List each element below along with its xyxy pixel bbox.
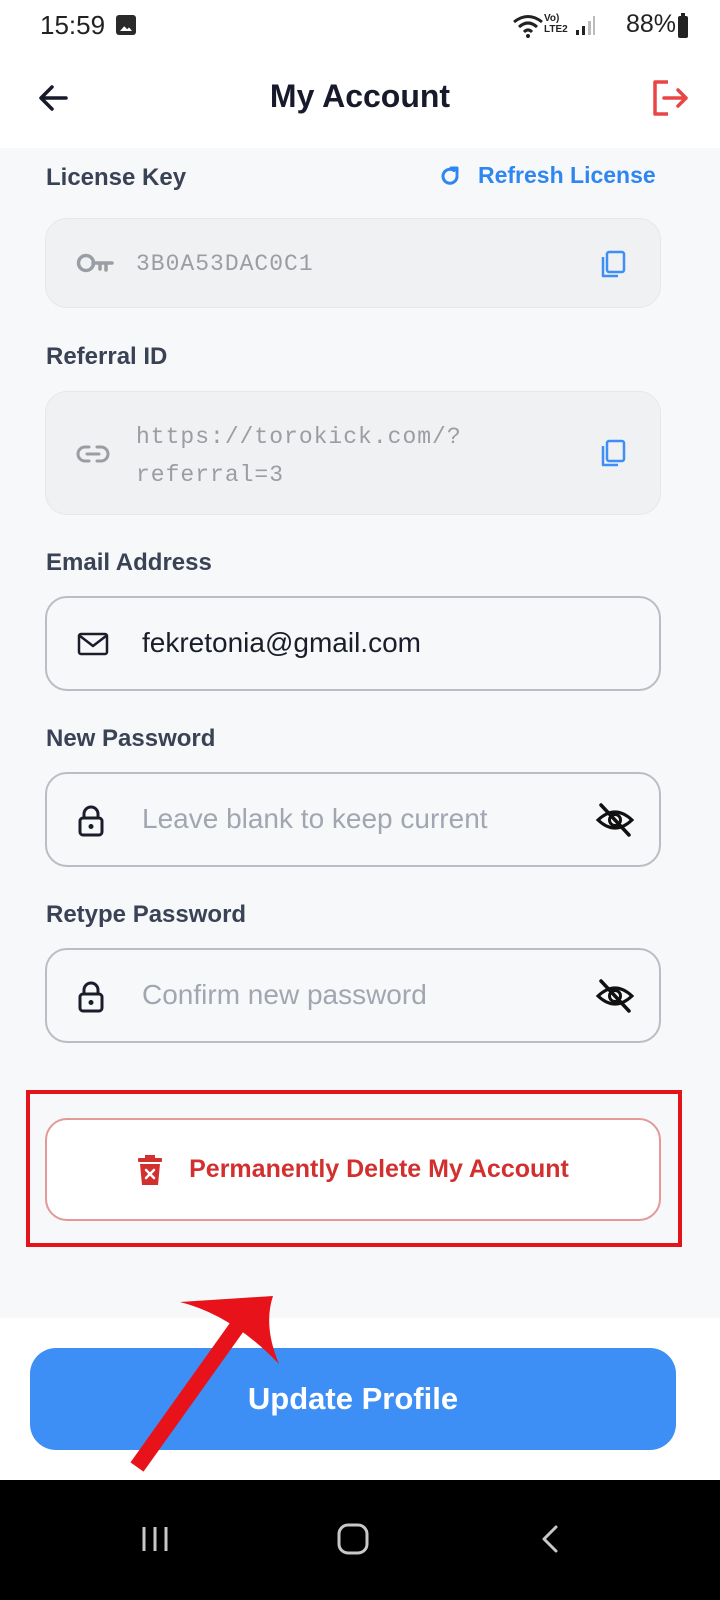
battery-percent: 88% <box>625 10 676 38</box>
new-password-label: New Password <box>46 725 216 752</box>
retype-password-label: Retype Password <box>46 901 247 928</box>
referral-id-label: Referral ID <box>46 343 168 370</box>
link-icon <box>76 445 110 463</box>
battery-icon <box>678 13 688 38</box>
status-bar: 15:59 Vo) LTE2 88% <box>0 0 720 52</box>
network-label: LTE2 <box>544 24 568 35</box>
home-icon[interactable] <box>336 1522 370 1556</box>
referral-id-field: https://torokick.com/? referral=3 <box>45 391 661 515</box>
update-profile-button[interactable]: Update Profile <box>30 1348 676 1450</box>
system-nav-bar <box>0 1480 720 1600</box>
wifi-icon <box>513 15 543 38</box>
referral-url-line-2: referral=3 <box>136 462 285 488</box>
eye-off-icon[interactable] <box>595 976 635 1016</box>
email-value: fekretonia@gmail.com <box>142 627 421 658</box>
refresh-icon <box>441 166 459 185</box>
email-field[interactable]: fekretonia@gmail.com <box>45 596 661 691</box>
trash-icon <box>138 1154 163 1185</box>
referral-url-line-1: https://torokick.com/? <box>136 424 462 450</box>
referral-url: https://torokick.com/? referral=3 <box>136 418 462 494</box>
retype-password-placeholder: Confirm new password <box>142 979 427 1010</box>
status-time: 15:59 <box>40 10 106 40</box>
mail-icon <box>77 632 109 656</box>
recent-apps-icon[interactable] <box>140 1524 170 1554</box>
account-form: License Key Refresh License 3B0A53DAC0C1… <box>0 148 720 1318</box>
email-label: Email Address <box>46 549 212 576</box>
retype-password-field[interactable]: Confirm new password <box>45 948 661 1043</box>
bottom-action-bar: Update Profile <box>0 1318 720 1480</box>
license-key-label: License Key <box>46 164 187 191</box>
system-back-icon[interactable] <box>540 1524 560 1554</box>
copy-license-icon[interactable] <box>598 249 628 279</box>
network-type: Vo) LTE2 <box>544 13 568 35</box>
license-key-field: 3B0A53DAC0C1 <box>45 218 661 308</box>
lock-icon <box>78 981 104 1013</box>
page-title: My Account <box>269 78 451 114</box>
refresh-license-button[interactable]: Refresh License <box>438 162 656 189</box>
signal-icon <box>576 16 595 35</box>
copy-referral-icon[interactable] <box>598 438 628 468</box>
update-profile-label: Update Profile <box>247 1381 459 1416</box>
image-notification-icon <box>116 15 136 35</box>
new-password-field[interactable]: Leave blank to keep current <box>45 772 661 867</box>
app-bar: My Account <box>0 52 720 148</box>
logout-icon[interactable] <box>650 78 690 118</box>
delete-account-label: Permanently Delete My Account <box>189 1155 569 1183</box>
refresh-license-label: Refresh License <box>478 162 656 188</box>
new-password-placeholder: Leave blank to keep current <box>142 803 488 834</box>
eye-off-icon[interactable] <box>595 800 635 840</box>
delete-account-button[interactable]: Permanently Delete My Account <box>45 1118 661 1221</box>
key-icon <box>76 253 114 273</box>
lock-icon <box>78 805 104 837</box>
license-key-value: 3B0A53DAC0C1 <box>136 251 314 277</box>
